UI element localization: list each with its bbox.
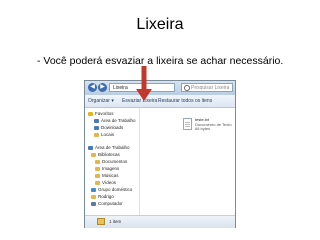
nav-item-desktop-root[interactable]: Área de Trabalho	[88, 144, 130, 151]
library-icon	[91, 152, 96, 157]
address-bar[interactable]: Lixeira	[109, 83, 175, 92]
desktop-icon	[94, 118, 99, 123]
command-bar: Organizar ▾ Esvaziar Lixeira Restaurar t…	[85, 95, 235, 108]
file-details: teste.txt Documento de Texto 66 bytes	[195, 117, 232, 132]
music-icon	[95, 173, 100, 178]
slide-title: Lixeira	[136, 16, 184, 33]
nav-item-locais[interactable]: Locais	[94, 131, 114, 138]
recycle-bin-icon	[97, 218, 105, 225]
address-bar-area: ◀ ▶ Lixeira Pesquisar Lixeira	[85, 81, 235, 95]
empty-recycle-bin-button[interactable]: Esvaziar Lixeira	[122, 97, 157, 105]
nav-item-area-de-trabalho[interactable]: Área de Trabalho	[94, 117, 136, 124]
explorer-window: ◀ ▶ Lixeira Pesquisar Lixeira Organizar …	[84, 80, 236, 228]
documents-icon	[95, 159, 100, 164]
nav-item-computador[interactable]: Computador	[91, 200, 123, 207]
nav-item-bibliotecas[interactable]: Bibliotecas	[91, 151, 120, 158]
computer-icon	[91, 201, 96, 206]
file-size: 66 bytes	[195, 126, 211, 132]
slide-bullet-text: - Você poderá esvaziar a lixeira se acha…	[37, 55, 284, 67]
desktop-icon	[88, 145, 93, 150]
nav-item-musicas[interactable]: Músicas	[95, 172, 119, 179]
nav-item-favoritos[interactable]: Favoritos	[88, 110, 114, 117]
restore-all-button[interactable]: Restaurar todos os itens	[158, 97, 212, 105]
address-text: Lixeira	[113, 85, 128, 91]
nav-item-imagens[interactable]: Imagens	[95, 165, 119, 172]
search-icon	[184, 85, 190, 91]
nav-item-videos[interactable]: Vídeos	[95, 179, 116, 186]
folder-icon	[94, 132, 99, 137]
status-bar: 1 item	[85, 215, 235, 228]
search-input[interactable]: Pesquisar Lixeira	[181, 83, 233, 92]
homegroup-icon	[91, 187, 96, 192]
nav-item-downloads[interactable]: Downloads	[94, 124, 123, 131]
search-placeholder: Pesquisar Lixeira	[191, 85, 230, 91]
pictures-icon	[95, 166, 100, 171]
status-item-count: 1 item	[109, 219, 122, 224]
nav-item-documentos[interactable]: Documentos	[95, 158, 127, 165]
back-arrow-icon[interactable]: ◀	[88, 83, 97, 92]
organize-button[interactable]: Organizar ▾	[88, 97, 114, 105]
star-icon	[88, 111, 93, 116]
user-icon	[91, 194, 96, 199]
navigation-pane: Favoritos Área de Trabalho Downloads Loc…	[85, 108, 140, 215]
videos-icon	[95, 180, 100, 185]
nav-item-grupo-domestico[interactable]: Grupo doméstico	[91, 186, 132, 193]
text-file-icon	[183, 118, 192, 130]
nav-item-rodrigo[interactable]: Rodrigo	[91, 193, 114, 200]
forward-arrow-icon[interactable]: ▶	[98, 83, 107, 92]
download-icon	[94, 125, 99, 130]
